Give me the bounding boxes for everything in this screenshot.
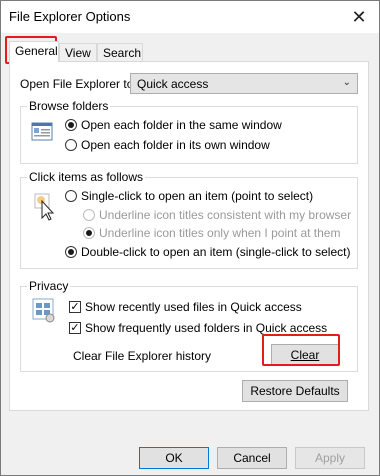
browse-folders-group: Browse folders Open each folder in the s…	[20, 99, 358, 164]
clear-history-label: Clear File Explorer history	[73, 349, 212, 363]
title-bar: File Explorer Options ✕	[1, 1, 379, 33]
chevron-down-icon: ⌄	[342, 77, 351, 88]
tab-view[interactable]: View	[59, 43, 97, 61]
click-items-title: Click items as follows	[27, 170, 146, 184]
frequent-folders-label[interactable]: Show frequently used folders in Quick ac…	[85, 321, 327, 335]
privacy-title: Privacy	[27, 279, 71, 293]
recent-files-label[interactable]: Show recently used files in Quick access	[85, 300, 302, 314]
open-file-explorer-to-label: Open File Explorer to:	[20, 77, 137, 91]
single-click-radio[interactable]	[65, 190, 77, 202]
tab-search[interactable]: Search	[97, 43, 143, 61]
own-window-label[interactable]: Open each folder in its own window	[81, 138, 270, 152]
ok-button[interactable]: OK	[139, 447, 209, 469]
recent-files-checkbox[interactable]: ✓	[69, 301, 81, 313]
restore-defaults-label: Restore Defaults	[250, 384, 340, 398]
window-title: File Explorer Options	[9, 9, 131, 24]
clear-button-highlight	[262, 334, 340, 366]
pointer-click-icon	[33, 192, 57, 225]
double-click-label[interactable]: Double-click to open an item (single-cli…	[81, 245, 350, 259]
close-icon[interactable]: ✕	[347, 5, 371, 29]
window-layout-icon	[31, 121, 53, 146]
restore-defaults-button[interactable]: Restore Defaults	[242, 380, 348, 402]
click-items-group: Click items as follows Single-click to o…	[20, 170, 358, 269]
underline-browser-radio[interactable]	[83, 209, 95, 221]
browse-folders-title: Browse folders	[27, 99, 111, 113]
frequent-folders-checkbox[interactable]: ✓	[69, 322, 81, 334]
dropdown-value: Quick access	[137, 77, 209, 91]
same-window-radio[interactable]	[65, 119, 77, 131]
double-click-radio[interactable]	[65, 246, 77, 258]
cancel-button[interactable]: Cancel	[217, 447, 287, 469]
general-tab-panel: Open File Explorer to: Quick access ⌄ Br…	[9, 61, 369, 411]
same-window-label[interactable]: Open each folder in the same window	[81, 118, 282, 132]
single-click-label[interactable]: Single-click to open an item (point to s…	[81, 189, 313, 203]
own-window-radio[interactable]	[65, 139, 77, 151]
underline-point-label: Underline icon titles only when I point …	[99, 226, 341, 240]
underline-point-radio[interactable]	[83, 227, 95, 239]
open-file-explorer-to-dropdown[interactable]: Quick access ⌄	[130, 73, 358, 94]
tab-general[interactable]: General	[9, 41, 59, 62]
privacy-icon	[31, 297, 57, 328]
apply-button[interactable]: Apply	[295, 447, 365, 469]
file-explorer-options-window: File Explorer Options ✕ General View Sea…	[0, 0, 380, 476]
underline-browser-label: Underline icon titles consistent with my…	[99, 208, 352, 222]
